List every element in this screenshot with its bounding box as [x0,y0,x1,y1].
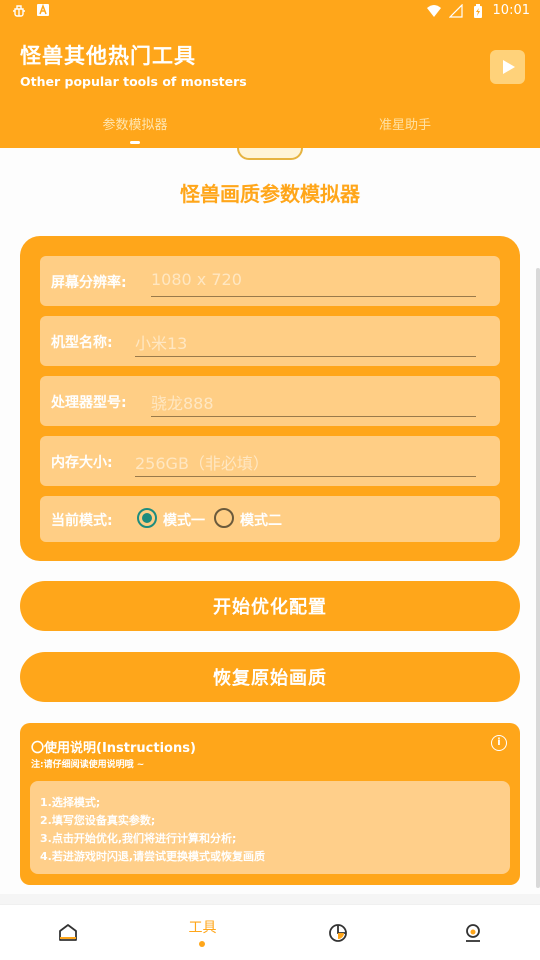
play-button[interactable] [490,50,525,84]
bottom-nav: 工具 [0,904,540,960]
bug-icon [13,5,25,17]
tab-indicator [130,141,140,144]
wifi-icon [426,4,441,17]
mode-two-radio[interactable] [214,508,234,528]
model-field: 机型名称: 小米13 [40,316,500,366]
profile-icon [465,924,480,942]
processor-label: 处理器型号: [51,395,127,411]
battery-icon [473,3,482,18]
status-time: 10:01 [492,3,530,18]
model-label: 机型名称: [51,335,113,351]
pie-chart-icon [328,924,347,942]
mode-two-label[interactable]: 模式二 [240,510,282,530]
signal-icon [448,3,463,18]
restore-quality-button[interactable]: 恢复原始画质 [20,652,520,702]
resolution-input[interactable]: 1080 x 720 [151,270,242,289]
model-underline [135,356,476,357]
logo-image [237,148,303,160]
processor-field: 处理器型号: 骁龙888 [40,376,500,426]
instructions-title: 〇使用说明(Instructions) [31,741,196,756]
memory-input[interactable]: 256GB（非必填） [135,450,269,474]
app-header: 10:01 怪兽其他热门工具 Other popular tools of mo… [0,0,540,148]
instruction-step: 3.点击开始优化,我们将进行计算和分析; [40,832,237,845]
instructions-card: 〇使用说明(Instructions) 注:请仔细阅读使用说明哦 ~ i 1.选… [20,723,520,885]
memory-underline [135,476,476,477]
instruction-step: 4.若进游戏时闪退,请尝试更换模式或恢复画质 [40,850,266,863]
tab-crosshair-helper[interactable]: 准星助手 [270,114,540,148]
home-icon [58,924,77,941]
nav-tools-label: 工具 [188,920,217,936]
model-input[interactable]: 小米13 [135,330,187,354]
nav-stats[interactable] [270,905,405,960]
scrollbar[interactable] [536,268,540,888]
instruction-step: 1.选择模式; [40,796,101,809]
app-title: 怪兽其他热门工具 [20,44,196,68]
resolution-field: 屏幕分辨率: 1080 x 720 [40,256,500,306]
processor-input[interactable]: 骁龙888 [151,390,214,414]
tab-bar: 参数模拟器 准星助手 [0,114,540,148]
parameter-form: 屏幕分辨率: 1080 x 720 机型名称: 小米13 处理器型号: 骁龙88… [20,236,520,561]
start-optimize-button[interactable]: 开始优化配置 [20,581,520,631]
mode-one-radio[interactable] [137,508,157,528]
info-icon[interactable]: i [491,735,507,751]
resolution-underline [151,296,476,297]
processor-underline [151,416,476,417]
instructions-note: 注:请仔细阅读使用说明哦 ~ [31,760,145,770]
memory-field: 内存大小: 256GB（非必填） [40,436,500,486]
app-subtitle: Other popular tools of monsters [20,74,247,89]
nav-profile[interactable] [405,905,540,960]
instructions-steps: 1.选择模式; 2.填写您设备真实参数; 3.点击开始优化,我们将进行计算和分析… [30,781,510,874]
page-title: 怪兽画质参数模拟器 [180,182,360,206]
resolution-label: 屏幕分辨率: [51,275,127,291]
nav-home[interactable] [0,905,135,960]
play-icon [502,60,515,74]
nav-active-dot [199,941,205,947]
status-bar: 10:01 [0,0,540,24]
font-a-icon [37,3,49,16]
mode-one-label[interactable]: 模式一 [163,510,205,530]
mode-field: 当前模式: 模式一 模式二 [40,496,500,542]
memory-label: 内存大小: [51,455,113,471]
instruction-step: 2.填写您设备真实参数; [40,814,156,827]
nav-tools[interactable]: 工具 [135,905,270,960]
mode-label: 当前模式: [51,513,113,529]
